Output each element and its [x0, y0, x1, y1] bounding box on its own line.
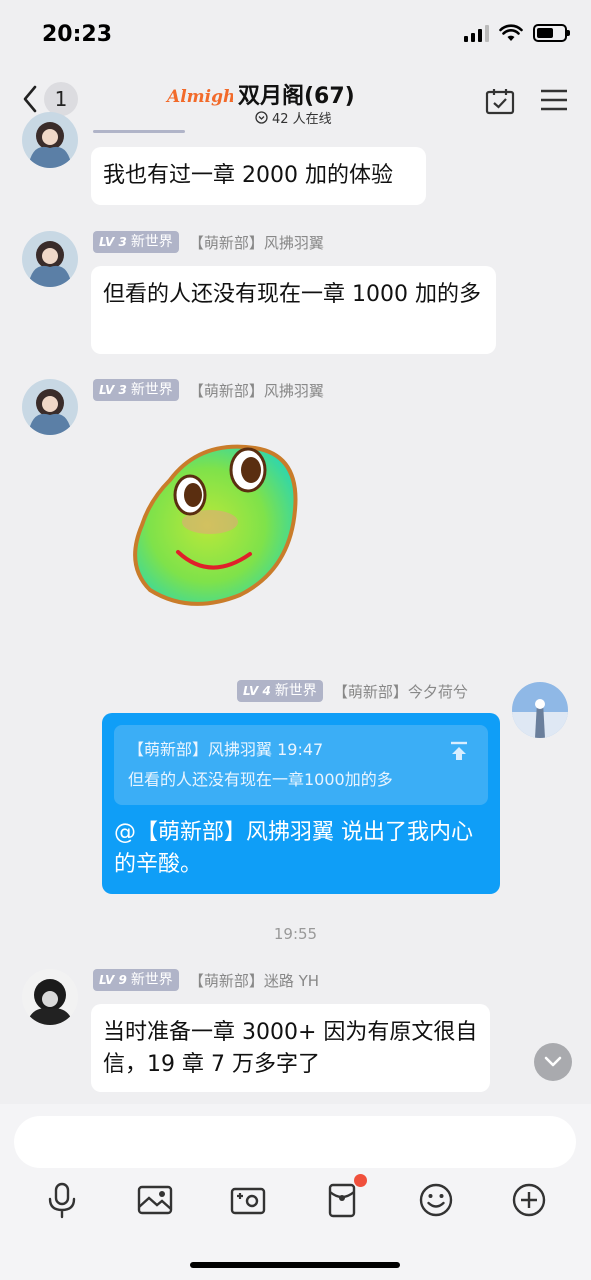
signal-icon — [464, 24, 489, 42]
level-world: 新世界 — [274, 683, 317, 699]
camera-icon[interactable] — [228, 1180, 268, 1220]
scroll-to-bottom-button[interactable] — [534, 1043, 572, 1081]
wifi-icon — [499, 24, 523, 41]
level-label: LV 3 — [99, 383, 127, 397]
sender-name[interactable]: 【萌新部】风拂羽翼 — [189, 380, 324, 401]
message-meta: LV 9 新世界 【萌新部】迷路 YH — [93, 969, 319, 991]
self-avatar[interactable] — [512, 682, 568, 738]
message-meta: LV 4 新世界 【萌新部】今夕荷兮 — [237, 680, 468, 702]
level-world: 新世界 — [130, 234, 173, 250]
mic-icon[interactable] — [42, 1180, 82, 1220]
group-title[interactable]: 双月阁(67) — [238, 78, 355, 110]
own-message-bubble[interactable]: 【萌新部】风拂羽翼 19:47 但看的人还没有现在一章1000加的多 @【萌新部… — [102, 713, 500, 894]
avatar[interactable] — [22, 112, 78, 168]
emoji-icon[interactable] — [416, 1180, 456, 1220]
back-button[interactable]: 1 — [22, 82, 78, 116]
level-badge: LV 3 新世界 — [93, 231, 179, 253]
message-meta: LV 3 新世界 【萌新部】风拂羽翼 — [93, 231, 324, 253]
avatar[interactable] — [22, 969, 78, 1025]
quote-text: 但看的人还没有现在一章1000加的多 — [128, 770, 393, 789]
online-count: 42 人在线 — [272, 112, 332, 127]
red-packet-icon[interactable] — [322, 1180, 362, 1220]
level-label: LV 9 — [99, 973, 127, 987]
menu-icon[interactable] — [540, 88, 568, 112]
message-bubble[interactable]: 但看的人还没有现在一章 1000 加的多 — [91, 266, 496, 354]
app-logo: Almighty — [165, 87, 233, 107]
online-status: 42 人在线 — [255, 108, 332, 127]
avatar[interactable] — [22, 379, 78, 435]
level-world: 新世界 — [130, 972, 173, 988]
message-text: @【萌新部】风拂羽翼 说出了我内心的辛酸。 — [114, 820, 473, 877]
sender-name[interactable]: 【萌新部】迷路 YH — [189, 970, 319, 991]
level-label: LV 3 — [99, 235, 127, 249]
calendar-check-icon[interactable] — [485, 86, 515, 116]
unread-count-badge: 1 — [44, 82, 78, 116]
status-icons — [464, 24, 570, 42]
level-label: LV 4 — [243, 684, 271, 698]
plus-icon[interactable] — [509, 1180, 549, 1220]
message-bubble[interactable]: 我也有过一章 2000 加的体验 — [91, 147, 426, 205]
status-time: 20:23 — [42, 22, 113, 47]
status-bar: 20:23 — [0, 0, 591, 70]
avatar[interactable] — [22, 231, 78, 287]
composer-bar — [0, 1104, 591, 1280]
time-separator: 19:55 — [273, 925, 318, 943]
chevron-down-icon — [544, 1056, 562, 1067]
sender-name[interactable]: 【萌新部】今夕荷兮 — [333, 681, 468, 702]
logo-text: Almighty — [165, 87, 233, 107]
quote-header: 【萌新部】风拂羽翼 19:47 — [128, 740, 324, 759]
home-indicator — [190, 1262, 400, 1268]
message-bubble[interactable]: 当时准备一章 3000+ 因为有原文很自信，19 章 7 万多字了 — [91, 1004, 490, 1092]
notification-dot — [354, 1174, 367, 1187]
sender-name[interactable]: 【萌新部】风拂羽翼 — [189, 232, 324, 253]
chevron-circle-icon — [255, 111, 268, 124]
jump-to-top-icon[interactable] — [450, 741, 468, 761]
quoted-message[interactable]: 【萌新部】风拂羽翼 19:47 但看的人还没有现在一章1000加的多 — [114, 725, 488, 805]
level-badge: LV 3 新世界 — [93, 379, 179, 401]
chat-header: 1 Almighty 双月阁(67) 42 人在线 — [0, 70, 591, 130]
level-badge: LV 4 新世界 — [237, 680, 323, 702]
battery-icon — [533, 24, 570, 42]
message-input[interactable] — [14, 1116, 576, 1168]
sticker-image[interactable] — [130, 440, 305, 608]
level-world: 新世界 — [130, 382, 173, 398]
image-icon[interactable] — [135, 1180, 175, 1220]
sender-badge-partial — [93, 130, 185, 133]
chevron-left-icon — [23, 85, 37, 113]
message-meta: LV 3 新世界 【萌新部】风拂羽翼 — [93, 379, 324, 401]
level-badge: LV 9 新世界 — [93, 969, 179, 991]
